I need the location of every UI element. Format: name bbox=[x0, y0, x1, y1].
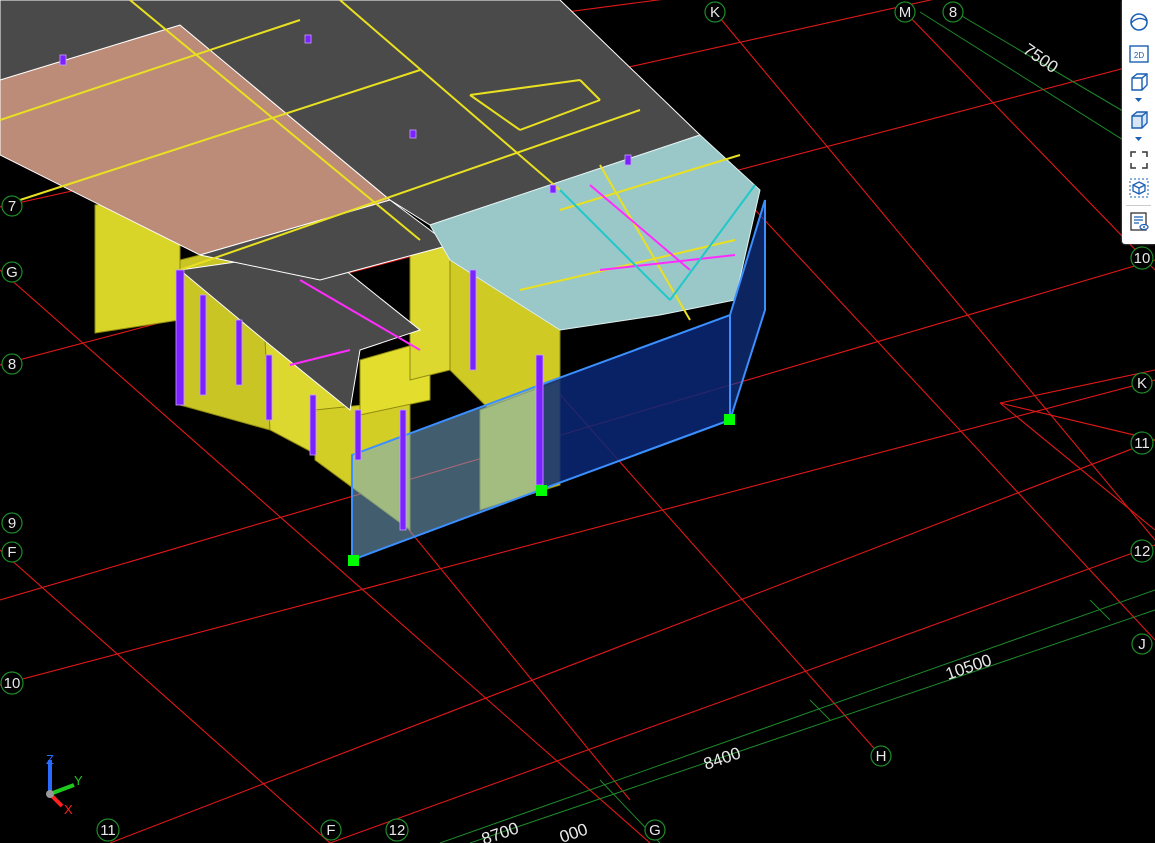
svg-text:11: 11 bbox=[1134, 435, 1150, 452]
properties-list-button[interactable] bbox=[1127, 210, 1151, 234]
grid-bubble-G[interactable]: G bbox=[1, 261, 23, 283]
building-model[interactable] bbox=[0, 0, 766, 566]
axis-y-label: Y bbox=[74, 773, 83, 788]
3d-model-viewport[interactable]: 7500 10500 8400 8700 000 K M 8 7 G 8 9 F… bbox=[0, 0, 1155, 843]
zoom-extents-button[interactable] bbox=[1127, 148, 1151, 172]
3d-view-button[interactable] bbox=[1127, 70, 1151, 94]
toolbar-divider bbox=[1126, 205, 1151, 206]
solid-cube-icon bbox=[1131, 111, 1148, 129]
svg-text:2D: 2D bbox=[1134, 51, 1144, 60]
frame-corners-icon bbox=[1130, 151, 1148, 169]
2d-icon: 2D bbox=[1129, 45, 1149, 63]
grip-handle[interactable] bbox=[724, 414, 735, 425]
chevron-down-icon[interactable] bbox=[1134, 96, 1143, 104]
svg-text:11: 11 bbox=[100, 822, 116, 839]
grid-bubble-H[interactable]: H bbox=[870, 745, 892, 767]
list-eye-icon bbox=[1130, 212, 1149, 231]
axis-z-label: Z bbox=[46, 752, 54, 767]
svg-text:12: 12 bbox=[389, 822, 406, 839]
grid-bubble-10[interactable]: 10 bbox=[0, 671, 24, 695]
grid-bubble-11-right[interactable]: 11 bbox=[1130, 431, 1154, 455]
grid-bubble-12-right[interactable]: 12 bbox=[1130, 539, 1154, 563]
dimension-partial: 000 bbox=[557, 820, 590, 843]
perspective-view-button[interactable] bbox=[1127, 10, 1151, 34]
dimension-10500: 10500 bbox=[943, 650, 994, 683]
svg-text:F: F bbox=[326, 822, 335, 839]
grid-bubble-F[interactable]: F bbox=[1, 541, 23, 563]
svg-text:K: K bbox=[710, 4, 720, 21]
svg-text:10: 10 bbox=[4, 675, 21, 692]
axis-x-label: X bbox=[64, 802, 73, 817]
sphere-icon bbox=[1130, 13, 1148, 31]
grid-bubble-K[interactable]: K bbox=[704, 1, 726, 23]
grid-bubble-J-right[interactable]: J bbox=[1131, 633, 1153, 655]
hex-box-icon bbox=[1129, 178, 1149, 198]
grid-bubble-K-right[interactable]: K bbox=[1131, 372, 1153, 394]
glass-wall-selected[interactable] bbox=[539, 313, 731, 492]
grid-bubble-G-bottom[interactable]: G bbox=[644, 819, 666, 841]
svg-text:K: K bbox=[1137, 375, 1147, 392]
svg-text:12: 12 bbox=[1134, 543, 1151, 560]
svg-text:G: G bbox=[6, 264, 18, 281]
view-toolbar: 2D bbox=[1122, 0, 1155, 244]
grip-handle[interactable] bbox=[536, 485, 547, 496]
grid-bubble-12-bottom[interactable]: 12 bbox=[385, 818, 409, 842]
grid-bubble-10-right[interactable]: 10 bbox=[1130, 246, 1154, 270]
grid-bubble-8-left[interactable]: 8 bbox=[1, 353, 23, 375]
svg-text:M: M bbox=[899, 4, 912, 21]
grip-handle[interactable] bbox=[348, 555, 359, 566]
model-box-button[interactable] bbox=[1127, 176, 1151, 200]
grid-bubble-8[interactable]: 8 bbox=[942, 1, 964, 23]
svg-text:F: F bbox=[7, 544, 16, 561]
render-mode-button[interactable] bbox=[1127, 108, 1151, 132]
svg-text:9: 9 bbox=[8, 515, 16, 532]
grid-bubble-F-bottom[interactable]: F bbox=[320, 819, 342, 841]
svg-text:7: 7 bbox=[8, 198, 16, 215]
cube-icon bbox=[1131, 73, 1148, 91]
svg-text:8: 8 bbox=[8, 356, 16, 373]
chevron-down-icon[interactable] bbox=[1134, 135, 1143, 143]
axis-triad: Z Y X bbox=[46, 752, 83, 817]
svg-text:J: J bbox=[1138, 636, 1146, 653]
svg-text:8: 8 bbox=[949, 4, 957, 21]
grid-bubble-M[interactable]: M bbox=[894, 1, 916, 23]
grid-bubble-11-bottom[interactable]: 11 bbox=[96, 818, 120, 842]
svg-text:H: H bbox=[876, 748, 887, 765]
grid-bubble-9[interactable]: 9 bbox=[1, 512, 23, 534]
wall-yellow[interactable] bbox=[409, 244, 451, 381]
2d-view-button[interactable]: 2D bbox=[1127, 42, 1151, 66]
svg-text:G: G bbox=[649, 822, 661, 839]
svg-text:10: 10 bbox=[1134, 250, 1151, 267]
grid-bubble-7[interactable]: 7 bbox=[1, 195, 23, 217]
